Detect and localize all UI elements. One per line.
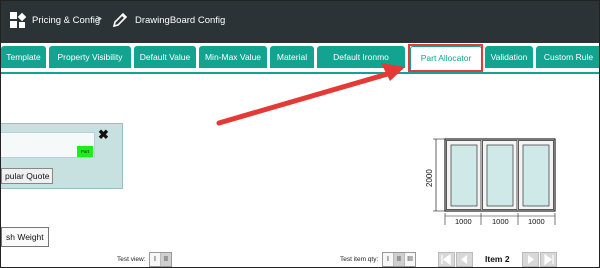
- test-view-option-1[interactable]: I: [150, 253, 161, 266]
- next-item-button[interactable]: [522, 252, 539, 267]
- part-panel: ✖ Part pular Quote: [1, 123, 123, 189]
- top-bar: Pricing & Config > DrawingBoard Config: [1, 1, 599, 43]
- tab-custom-rule[interactable]: Custom Rule: [536, 46, 599, 68]
- tab-default-value[interactable]: Default Value: [134, 46, 196, 68]
- width-label-3: 1000: [528, 217, 545, 226]
- close-icon[interactable]: ✖: [98, 127, 109, 143]
- test-qty-label: Test item qty:: [340, 256, 379, 263]
- tab-property-visibility[interactable]: Property Visibility: [49, 46, 131, 68]
- popular-quote-button[interactable]: pular Quote: [1, 168, 54, 184]
- test-qty-option-1[interactable]: I: [383, 253, 394, 266]
- test-view-option-2[interactable]: II: [161, 253, 171, 266]
- app-window: Pricing & Config > DrawingBoard Config T…: [0, 0, 600, 268]
- tab-default-ironmongery[interactable]: Default Ironmo: [317, 46, 405, 68]
- breadcrumb-separator: >: [96, 14, 102, 25]
- first-arrow-icon: [441, 253, 451, 266]
- last-item-button[interactable]: [540, 252, 557, 267]
- last-arrow-icon: [544, 253, 554, 266]
- height-label: 2000: [425, 169, 434, 187]
- config-tab-bar: Template Property Visibility Default Val…: [1, 44, 599, 74]
- tab-highlight-box: [408, 44, 483, 72]
- tab-validation[interactable]: Validation: [485, 46, 533, 68]
- door-drawing: 1000 1000 1000: [433, 138, 556, 226]
- current-item-label: Item 2: [485, 254, 510, 264]
- refresh-weight-button[interactable]: sh Weight: [1, 227, 49, 247]
- breadcrumb-pricing-config[interactable]: Pricing & Config: [32, 15, 100, 26]
- test-qty-option-2[interactable]: II: [394, 253, 405, 266]
- test-qty-toggle: I II III: [382, 252, 416, 267]
- part-button[interactable]: Part: [77, 146, 93, 157]
- width-label-2: 1000: [492, 217, 509, 226]
- test-view-label: Test view:: [117, 256, 146, 263]
- test-view-toggle: I II: [149, 252, 172, 267]
- breadcrumb-drawingboard-config: DrawingBoard Config: [135, 15, 226, 26]
- prev-arrow-icon: [461, 255, 467, 264]
- test-qty-option-3[interactable]: III: [405, 253, 415, 266]
- prev-item-button[interactable]: [456, 252, 473, 267]
- width-label-1: 1000: [455, 217, 472, 226]
- app-logo-icon: [10, 12, 26, 28]
- tab-min-max-value[interactable]: Min-Max Value: [199, 46, 267, 68]
- tab-template[interactable]: Template: [1, 46, 46, 68]
- next-arrow-icon: [528, 255, 534, 264]
- first-item-button[interactable]: [438, 252, 455, 267]
- tab-material[interactable]: Material: [270, 46, 314, 68]
- pencil-icon: [112, 12, 128, 28]
